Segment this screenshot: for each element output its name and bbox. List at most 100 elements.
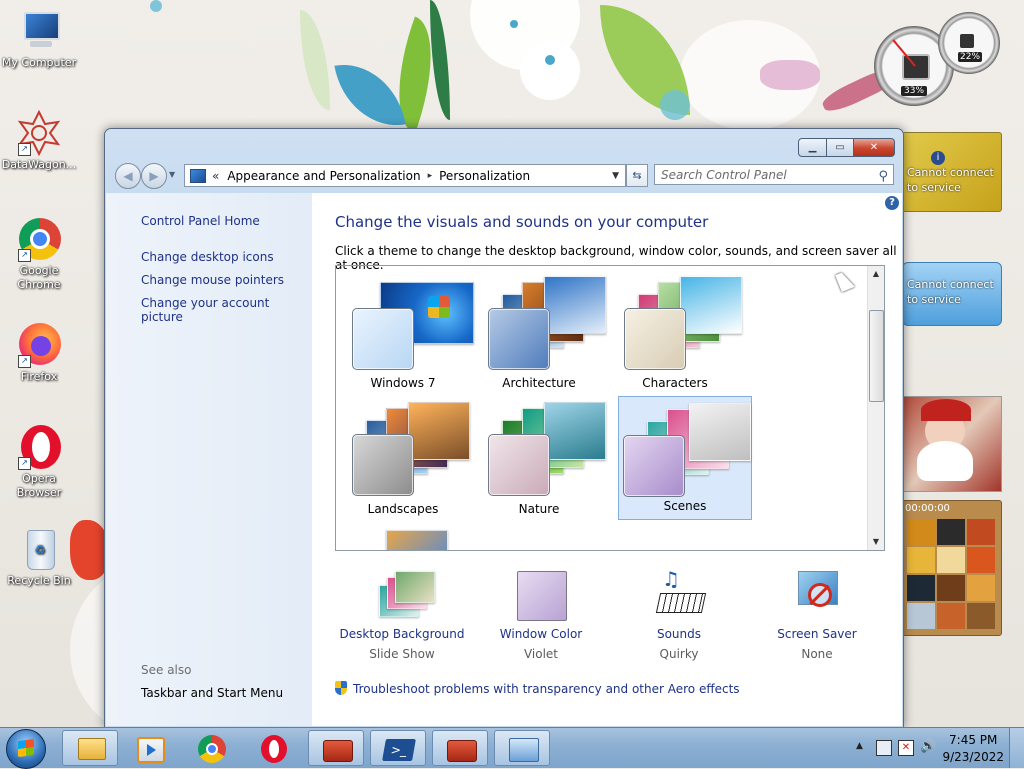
recent-pages-icon[interactable]: ▼	[169, 170, 175, 179]
change-account-picture-link[interactable]: Change your account picture	[141, 296, 312, 324]
back-button[interactable]: ◀	[115, 163, 141, 189]
network-icon[interactable]	[876, 740, 892, 756]
troubleshoot-link[interactable]: Troubleshoot problems with transparency …	[335, 681, 740, 696]
opera-icon: ↗	[16, 424, 62, 470]
bottom-item-value: Quirky	[659, 647, 699, 661]
desktop-icon-chrome[interactable]: ↗ Google Chrome	[1, 216, 77, 292]
control-panel-home-link[interactable]: Control Panel Home	[141, 214, 260, 228]
theme-characters[interactable]: Characters	[608, 272, 742, 396]
address-bar[interactable]: « Appearance and Personalization ▸ Perso…	[184, 164, 626, 187]
refresh-icon: ⇆	[632, 169, 642, 182]
memory-percent: 22%	[958, 52, 983, 62]
change-desktop-icons-link[interactable]: Change desktop icons	[141, 250, 274, 264]
left-pane: Control Panel Home Change desktop icons …	[106, 193, 312, 726]
windows-logo-icon	[18, 738, 34, 758]
weather-status: Cannot connect to service	[907, 166, 994, 194]
breadcrumb-personalization[interactable]: Personalization	[439, 169, 530, 183]
shortcut-arrow-icon: ↗	[18, 457, 31, 470]
bottom-item-title[interactable]: Window Color	[476, 627, 606, 641]
theme-nature[interactable]: Nature	[472, 398, 606, 522]
shortcut-arrow-icon: ↗	[18, 355, 31, 368]
feed-gadget[interactable]: Cannot connect to service	[902, 262, 1002, 326]
picture-puzzle-gadget[interactable]: 00:00:00	[902, 500, 1002, 636]
toolbox-icon	[447, 740, 477, 762]
taskbar-chrome[interactable]	[184, 730, 240, 766]
personalization-window[interactable]: ▁ ▭ ✕ ◀ ▶ ▼ « Appearance and Personaliza…	[104, 128, 904, 728]
forward-button[interactable]: ▶	[141, 163, 167, 189]
desktop-icon-recycle-bin[interactable]: ♻ Recycle Bin	[1, 526, 77, 588]
show-hidden-icons[interactable]: ▲	[856, 741, 863, 751]
breadcrumb-appearance[interactable]: Appearance and Personalization	[227, 169, 420, 183]
theme-landscapes[interactable]: Landscapes	[336, 398, 470, 522]
info-icon: i	[931, 151, 945, 165]
shortcut-arrow-icon: ↗	[18, 249, 31, 262]
desktop-icon-label: Opera Browser	[16, 472, 62, 499]
desktop-icon-label: Recycle Bin	[7, 574, 71, 587]
search-icon[interactable]: ⚲	[878, 166, 888, 187]
datawagon-icon: ↗	[16, 109, 62, 157]
control-panel-icon	[190, 168, 206, 183]
taskbar-control-panel[interactable]	[494, 730, 550, 766]
taskbar-toolbox-1[interactable]	[308, 730, 364, 766]
desktop-icon-label: DataWagon...	[1, 158, 77, 171]
maximize-button[interactable]: ▭	[827, 138, 854, 157]
theme-name: Scenes	[663, 499, 707, 513]
taskbar-explorer[interactable]	[62, 730, 118, 766]
desktop-icon-opera[interactable]: ↗ Opera Browser	[1, 424, 77, 500]
bottom-item-title[interactable]: Screen Saver	[752, 627, 882, 641]
clock-time: 7:45 PM	[949, 733, 998, 747]
minimize-button[interactable]: ▁	[798, 138, 827, 157]
bottom-item-title[interactable]: Sounds	[614, 627, 744, 641]
taskbar-toolbox-2[interactable]	[432, 730, 488, 766]
window-content: Control Panel Home Change desktop icons …	[106, 193, 902, 726]
taskbar-start-menu-link[interactable]: Taskbar and Start Menu	[141, 686, 283, 700]
system-tray: ▲ ✕ 🔊 7:45 PM 9/23/2022	[834, 728, 1024, 768]
change-mouse-pointers-link[interactable]: Change mouse pointers	[141, 273, 284, 287]
taskbar: >_ ▲ ✕ 🔊 7:45 PM 9/23/2022	[0, 727, 1024, 769]
weather-gadget[interactable]: i Cannot connect to service	[902, 132, 1002, 212]
slideshow-gadget[interactable]	[902, 396, 1002, 492]
theme-scrollbar[interactable]: ▲ ▼	[867, 266, 884, 550]
search-input[interactable]: Search Control Panel ⚲	[654, 164, 894, 185]
desktop-icon-label: Google Chrome	[17, 264, 61, 291]
chrome-icon	[198, 735, 226, 763]
taskbar-opera[interactable]	[246, 730, 302, 766]
control-panel-icon	[509, 738, 539, 762]
desktop-icon-datawagon[interactable]: ↗ DataWagon...	[1, 109, 77, 172]
desktop-icon-label: Firefox	[20, 370, 58, 383]
breadcrumb-separator-icon[interactable]: ▸	[428, 171, 433, 181]
close-button[interactable]: ✕	[854, 138, 895, 157]
scroll-down-icon[interactable]: ▼	[868, 534, 884, 550]
help-icon[interactable]: ?	[885, 196, 899, 210]
taskbar-powershell[interactable]: >_	[370, 730, 426, 766]
see-also-heading: See also	[141, 663, 192, 677]
navigation-bar: ◀ ▶ ▼ « Appearance and Personalization ▸…	[113, 163, 895, 189]
theme-scenes[interactable]: Scenes	[618, 396, 752, 520]
start-button[interactable]	[6, 729, 46, 769]
opera-icon	[261, 735, 287, 763]
theme-gallery[interactable]: Windows 7 Architecture Characters Landsc…	[335, 265, 885, 551]
desktop-icon-my-computer[interactable]: My Computer	[1, 8, 77, 70]
clock[interactable]: 7:45 PM 9/23/2022	[942, 732, 1004, 766]
action-center-icon[interactable]: ✕	[898, 740, 914, 756]
refresh-button[interactable]: ⇆	[626, 164, 648, 187]
theme-architecture[interactable]: Architecture	[472, 272, 606, 396]
address-dropdown-icon[interactable]: ▼	[612, 171, 619, 181]
folder-icon	[78, 738, 106, 760]
bottom-item-title[interactable]: Desktop Background	[337, 627, 467, 641]
feed-status: Cannot connect to service	[907, 278, 994, 306]
memory-meter-gadget[interactable]: 22%	[938, 12, 1000, 74]
firefox-icon: ↗	[16, 322, 62, 368]
theme-partial[interactable]	[386, 530, 448, 550]
theme-windows-7[interactable]: Windows 7	[336, 272, 474, 396]
show-desktop-button[interactable]	[1009, 728, 1024, 768]
scroll-thumb[interactable]	[869, 310, 884, 402]
taskbar-media-player[interactable]	[122, 730, 178, 766]
troubleshoot-link-text[interactable]: Troubleshoot problems with transparency …	[353, 682, 740, 696]
volume-icon[interactable]: 🔊	[920, 739, 936, 754]
search-placeholder: Search Control Panel	[661, 168, 787, 182]
toolbox-icon	[323, 740, 353, 762]
desktop-icon-firefox[interactable]: ↗ Firefox	[1, 322, 77, 384]
breadcrumb-overflow[interactable]: «	[212, 169, 219, 183]
scroll-up-icon[interactable]: ▲	[868, 266, 884, 282]
